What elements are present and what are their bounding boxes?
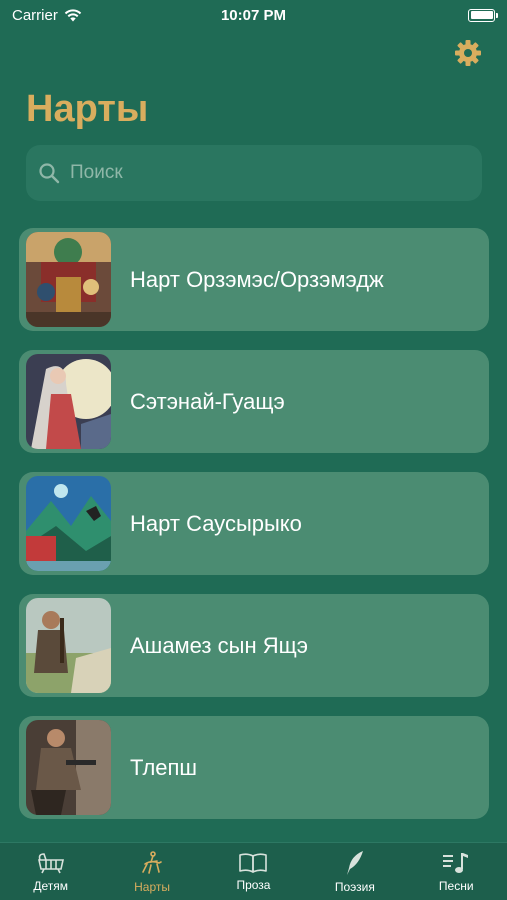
tab-label: Нарты [134,879,171,894]
music-note-icon [443,852,469,873]
page-title: Нарты [26,88,149,130]
tab-label: Проза [236,877,271,892]
narts-painting-thumbnail [26,232,111,327]
list-item[interactable]: Нарт Орзэмэс/Орзэмэдж [19,228,489,331]
search-icon [39,163,60,184]
list-item[interactable]: Тлепш [19,716,489,819]
search-bar[interactable] [26,145,482,201]
tab-children[interactable]: Детям [1,851,101,893]
woman-portrait-thumbnail [26,354,111,449]
tab-poetry[interactable]: Поэзия [305,850,405,894]
blacksmith-thumbnail [26,720,111,815]
tab-label: Детям [33,878,69,893]
list-item-title: Сэтэнай-Гуащэ [130,388,285,414]
battery-icon [468,8,498,22]
musician-thumbnail [26,598,111,693]
list-item-title: Тлепш [130,754,198,780]
search-input[interactable] [70,162,470,184]
quill-icon [346,850,363,875]
list-item-title: Ашамез сын Ящэ [130,632,308,658]
horseman-icon [142,850,162,874]
list-item[interactable]: Ашамез сын Ящэ [19,594,489,697]
gear-icon [455,40,481,66]
list-item[interactable]: Сэтэнай-Гуащэ [19,350,489,453]
list-item-title: Нарт Орзэмэс/Орзэмэдж [130,266,384,292]
tab-label: Песни [438,878,474,893]
list-item[interactable]: Нарт Саусырыко [19,472,489,575]
tab-label: Поэзия [334,879,375,894]
tab-prose[interactable]: Проза [203,852,303,892]
carrier-label: Carrier [12,6,58,24]
wifi-icon [64,8,82,21]
cradle-icon [37,852,64,873]
settings-button[interactable] [451,36,485,70]
list-item-title: Нарт Саусырыко [130,510,302,536]
status-bar: Carrier 10:07 PM [0,0,507,30]
tab-bar: Детям Нарты Проза Поэзия Песни [0,842,507,900]
status-left: Carrier [12,7,82,24]
tab-narts[interactable]: Нарты [102,850,202,894]
narts-list: Нарт Орзэмэс/Орзэмэдж Сэтэнай-Гуащэ Нарт… [19,228,489,838]
book-icon [239,852,268,873]
mountain-landscape-thumbnail [26,476,111,571]
tab-songs[interactable]: Песни [406,851,506,893]
